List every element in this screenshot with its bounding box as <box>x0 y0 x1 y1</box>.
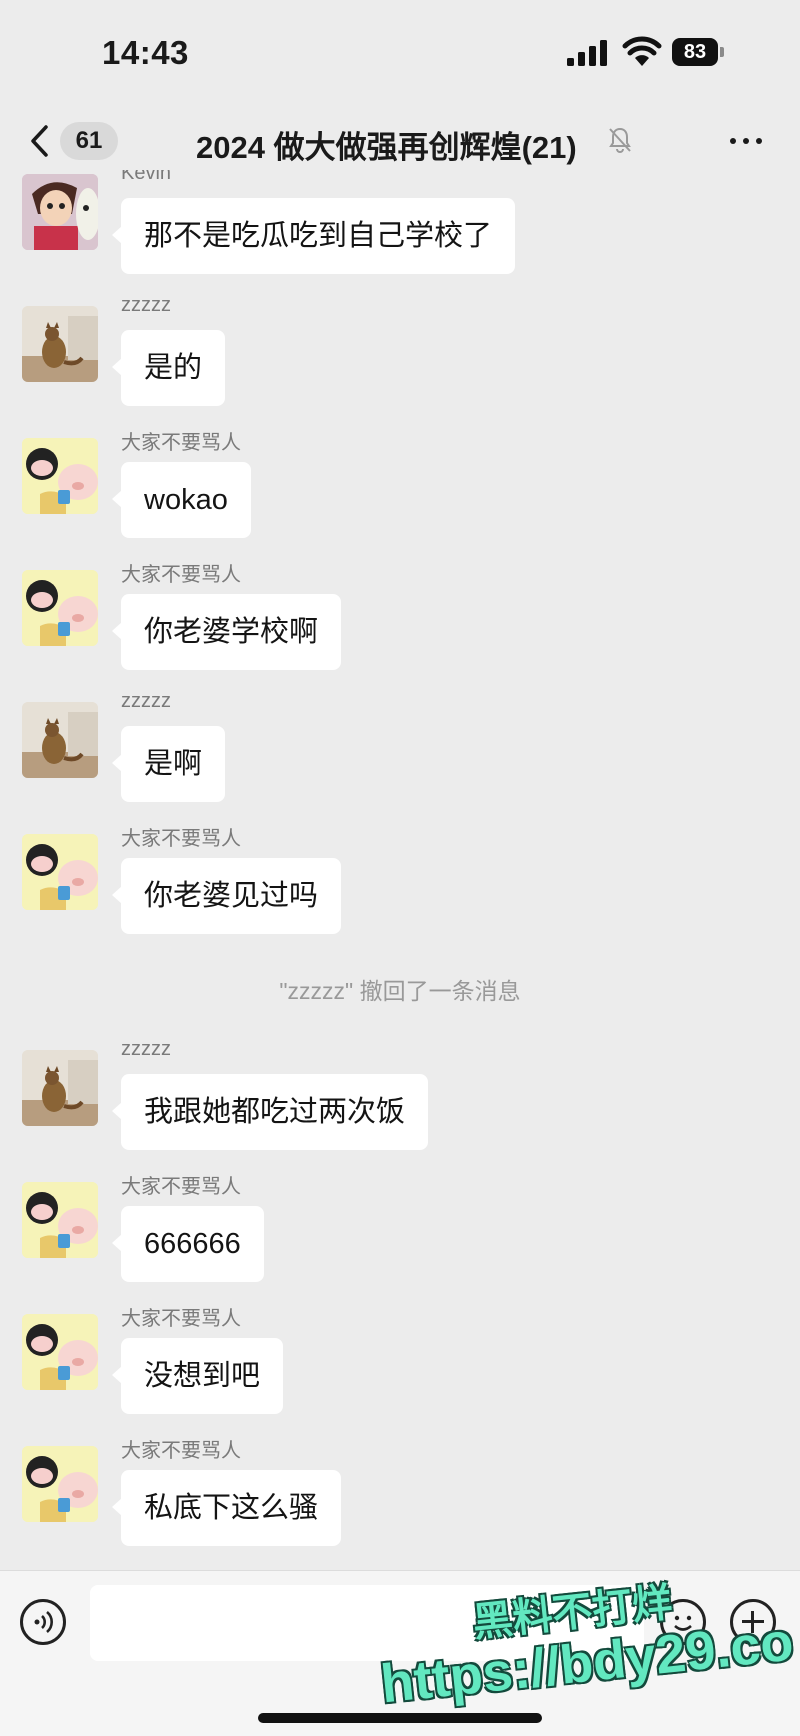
status-time: 14:43 <box>102 34 189 71</box>
sender-name: Kevin <box>121 170 172 184</box>
cat-avatar[interactable] <box>22 702 98 778</box>
back-button[interactable]: 61 <box>24 118 124 164</box>
more-options-button[interactable] <box>726 126 766 156</box>
sender-name: 大家不要骂人 <box>121 1176 241 1198</box>
kevin-avatar[interactable] <box>22 174 98 250</box>
pig-avatar[interactable] <box>22 570 98 646</box>
emoji-button[interactable] <box>660 1599 706 1645</box>
mute-bell-icon <box>609 127 631 153</box>
wifi-icon <box>622 36 662 66</box>
chat-title: 2024 做大做强再创辉煌(21) <box>196 130 577 165</box>
battery-icon: 83 <box>672 38 724 66</box>
pig-avatar[interactable] <box>22 438 98 514</box>
sender-name: 大家不要骂人 <box>121 432 241 454</box>
message-list[interactable]: Kevin 那不是吃瓜吃到自己学校了 zzzzz 是的 大家不要骂人 wokao… <box>0 170 800 1570</box>
voice-icon <box>34 1611 53 1633</box>
sender-name: zzzzz <box>121 294 171 316</box>
unread-count-badge: 61 <box>60 122 118 160</box>
pig-avatar[interactable] <box>22 834 98 910</box>
voice-input-button[interactable] <box>20 1599 66 1645</box>
message-input[interactable] <box>90 1585 644 1661</box>
battery-level: 83 <box>672 38 718 66</box>
chat-header: 61 2024 做大做强再创辉煌(21) <box>0 100 800 180</box>
sender-name: 大家不要骂人 <box>121 828 241 850</box>
message-bubble[interactable]: 是啊 <box>111 726 226 802</box>
message-bubble[interactable]: 我跟她都吃过两次饭 <box>111 1074 429 1150</box>
message-bubble[interactable]: 私底下这么骚 <box>111 1470 342 1546</box>
message-bubble[interactable]: 666666 <box>112 1206 264 1282</box>
home-indicator[interactable] <box>258 1713 542 1723</box>
chevron-left-icon <box>31 125 48 157</box>
sender-name: 大家不要骂人 <box>121 564 241 586</box>
pig-avatar[interactable] <box>22 1446 98 1522</box>
input-bar <box>0 1570 800 1736</box>
recall-notice: "zzzzz" 撤回了一条消息 <box>279 978 521 1004</box>
sender-name: zzzzz <box>121 690 171 712</box>
cat-avatar[interactable] <box>22 1050 98 1126</box>
message-bubble[interactable]: 你老婆学校啊 <box>111 594 342 670</box>
message-bubble[interactable]: 是的 <box>111 330 226 406</box>
cat-avatar[interactable] <box>22 306 98 382</box>
pig-avatar[interactable] <box>22 1314 98 1390</box>
message-bubble[interactable]: 没想到吧 <box>111 1338 284 1414</box>
pig-avatar[interactable] <box>22 1182 98 1258</box>
sender-name: 大家不要骂人 <box>121 1440 241 1462</box>
sender-name: zzzzz <box>121 1038 171 1060</box>
smiley-icon <box>674 1615 692 1631</box>
message-bubble[interactable]: wokao <box>112 462 251 538</box>
message-bubble[interactable]: 那不是吃瓜吃到自己学校了 <box>111 198 516 274</box>
status-bar: 14:43 83 <box>0 0 800 100</box>
cellular-signal-icon <box>567 40 607 66</box>
add-attachment-button[interactable] <box>730 1599 776 1645</box>
message-bubble[interactable]: 你老婆见过吗 <box>111 858 342 934</box>
sender-name: 大家不要骂人 <box>121 1308 241 1330</box>
